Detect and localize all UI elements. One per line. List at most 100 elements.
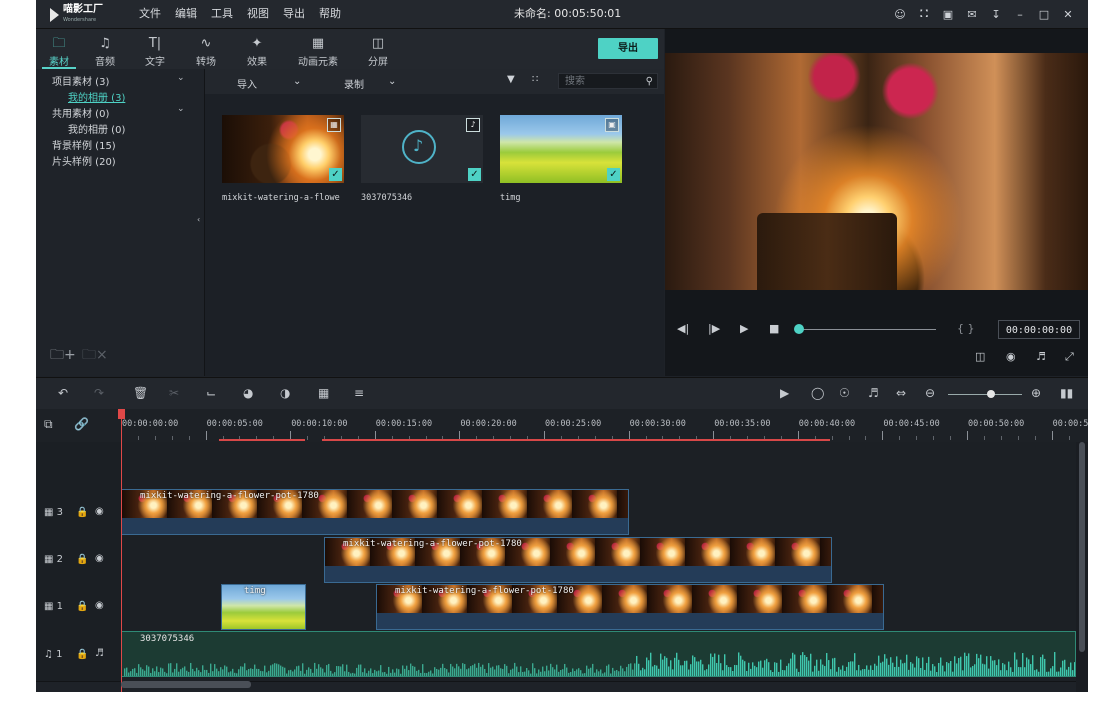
tree-shared-media[interactable]: 共用素材 (0): [52, 105, 109, 120]
vertical-scroll-thumb[interactable]: [1079, 442, 1085, 652]
menu-export[interactable]: 导出: [276, 0, 312, 28]
audio-clip[interactable]: 3037075346: [121, 631, 1076, 677]
visibility-eye-icon[interactable]: ◉: [95, 600, 104, 611]
grid-view-icon[interactable]: ∷: [532, 74, 538, 85]
new-folder-icon[interactable]: 🗀+: [50, 344, 76, 368]
tree-project-media[interactable]: 项目素材 (3): [52, 73, 109, 88]
track-empty[interactable]: [121, 442, 1076, 490]
track-video-2[interactable]: mixkit-watering-a-flower-pot-1780: [121, 536, 1076, 584]
timeline-clip[interactable]: mixkit-watering-a-flower-pot-1780: [324, 537, 832, 583]
tab-text[interactable]: T| 文字: [132, 29, 178, 69]
preview-scrubber-track[interactable]: [800, 329, 936, 330]
timeline-clip[interactable]: mixkit-watering-a-flower-pot-1780: [376, 584, 884, 630]
cart-icon[interactable]: ⛚: [912, 7, 936, 21]
close-icon[interactable]: ✕: [1056, 8, 1080, 21]
redo-icon[interactable]: ↷: [94, 386, 104, 400]
crop-icon[interactable]: ⌙: [206, 386, 216, 400]
search-input[interactable]: 搜索 ⚲: [558, 73, 658, 89]
undo-icon[interactable]: ↶: [58, 386, 68, 400]
microphone-icon[interactable]: ☉: [839, 386, 850, 400]
lock-icon[interactable]: 🔒: [76, 507, 88, 518]
zoom-slider-track[interactable]: [948, 394, 1022, 395]
prev-frame-icon[interactable]: ◀|: [677, 322, 689, 335]
tree-intro-samples[interactable]: 片头样例 (20): [52, 153, 116, 168]
lock-icon[interactable]: 🔒: [76, 649, 88, 660]
delete-folder-icon[interactable]: 🗀×: [82, 344, 108, 368]
render-preview-icon[interactable]: ▶: [780, 386, 789, 400]
timeline-clip[interactable]: mixkit-watering-a-flower-pot-1780: [121, 489, 629, 535]
menu-tools[interactable]: 工具: [204, 0, 240, 28]
mail-icon[interactable]: ✉: [960, 8, 984, 21]
tree-my-album[interactable]: 我的相册 (3): [68, 89, 125, 104]
playhead-handle[interactable]: [118, 409, 125, 419]
track-video-1[interactable]: timg mixkit-watering-a-flower-pot-1780: [121, 583, 1076, 632]
zoom-slider-handle[interactable]: [987, 390, 995, 398]
add-track-icon[interactable]: ⧉: [44, 417, 53, 432]
lock-icon[interactable]: 🔒: [76, 554, 88, 565]
color-icon[interactable]: ◑: [280, 386, 290, 400]
import-dropdown[interactable]: 导入: [237, 76, 257, 91]
marker-icon[interactable]: ◯: [811, 386, 824, 400]
play-icon[interactable]: ▶: [740, 322, 748, 335]
track-video-3[interactable]: mixkit-watering-a-flower-pot-1780: [121, 489, 1076, 537]
search-icon[interactable]: ⚲: [646, 74, 653, 90]
lock-icon[interactable]: 🔒: [76, 601, 88, 612]
green-screen-icon[interactable]: ▦: [318, 386, 329, 400]
export-button[interactable]: 导出: [598, 38, 658, 59]
stop-icon[interactable]: ■: [769, 322, 779, 335]
maximize-icon[interactable]: □: [1032, 8, 1056, 21]
zoom-out-icon[interactable]: ⊖: [925, 386, 935, 400]
visibility-eye-icon[interactable]: ◉: [95, 553, 104, 564]
visibility-eye-icon[interactable]: ◉: [95, 506, 104, 517]
menu-help[interactable]: 帮助: [312, 0, 348, 28]
speed-icon[interactable]: ◕: [243, 386, 253, 400]
horizontal-scroll-thumb[interactable]: [121, 681, 251, 688]
vertical-scrollbar[interactable]: [1076, 442, 1088, 692]
tab-media[interactable]: 🗀 素材: [36, 29, 82, 69]
preview-scrubber-handle[interactable]: [794, 324, 804, 334]
menu-file[interactable]: 文件: [132, 0, 168, 28]
mark-in-out-icon[interactable]: { }: [957, 322, 975, 335]
delete-icon[interactable]: 🗑: [133, 386, 148, 400]
tree-background-samples[interactable]: 背景样例 (15): [52, 137, 116, 152]
fullscreen-icon[interactable]: ⤢: [1065, 350, 1074, 364]
panel-layout-icon[interactable]: ▮▮: [1060, 386, 1073, 400]
media-thumb-audio[interactable]: ♪ ✓: [361, 115, 483, 183]
speaker-icon[interactable]: ♬: [95, 648, 104, 659]
tab-audio[interactable]: ♫ 音频: [82, 29, 128, 69]
tab-split-screen[interactable]: ◫ 分屏: [355, 29, 401, 69]
tab-effects[interactable]: ✦ 效果: [234, 29, 280, 69]
chevron-down-icon[interactable]: ⌄: [293, 76, 301, 87]
cut-icon[interactable]: ✂: [169, 386, 179, 400]
timeline-clip[interactable]: timg: [221, 584, 306, 630]
media-thumb-image[interactable]: ▣ ✓: [500, 115, 622, 183]
record-dropdown[interactable]: 录制: [344, 76, 364, 91]
download-icon[interactable]: ↧: [984, 8, 1008, 21]
chevron-down-icon[interactable]: ⌄: [388, 76, 396, 87]
chevron-down-icon[interactable]: ⌄: [177, 104, 185, 114]
save-icon[interactable]: ▣: [936, 8, 960, 21]
tree-shared-album[interactable]: 我的相册 (0): [68, 121, 125, 136]
minimize-icon[interactable]: –: [1008, 8, 1032, 21]
link-icon[interactable]: 🔗: [74, 417, 89, 431]
render-settings-icon[interactable]: ◫: [975, 350, 985, 363]
snapshot-icon[interactable]: ◉: [1006, 350, 1016, 363]
chevron-down-icon[interactable]: ⌄: [177, 73, 185, 83]
playhead-line[interactable]: [121, 409, 122, 692]
menu-view[interactable]: 视图: [240, 0, 276, 28]
collapse-arrow-icon[interactable]: ‹: [197, 215, 200, 224]
media-thumb-video[interactable]: ▦ ✓: [222, 115, 344, 183]
account-icon[interactable]: ☺: [888, 8, 912, 21]
volume-icon[interactable]: ♬: [1036, 350, 1046, 363]
timeline-ruler[interactable]: ⧉ 🔗 00:00:00:00 00:00:05:00 00:00:10:00 00:…: [36, 409, 1088, 442]
tab-transition[interactable]: ∿ 转场: [183, 29, 229, 69]
fit-timeline-icon[interactable]: ⇔: [896, 386, 906, 400]
adjust-icon[interactable]: ≡: [354, 386, 364, 400]
menu-edit[interactable]: 编辑: [168, 0, 204, 28]
tab-elements[interactable]: ▦ 动画元素: [290, 29, 346, 69]
track-audio-1[interactable]: 3037075346: [121, 631, 1076, 682]
step-play-icon[interactable]: |▶: [708, 322, 720, 335]
zoom-in-icon[interactable]: ⊕: [1031, 386, 1041, 400]
filter-icon[interactable]: ▼: [507, 74, 515, 85]
audio-mixer-icon[interactable]: ♬: [868, 386, 879, 400]
